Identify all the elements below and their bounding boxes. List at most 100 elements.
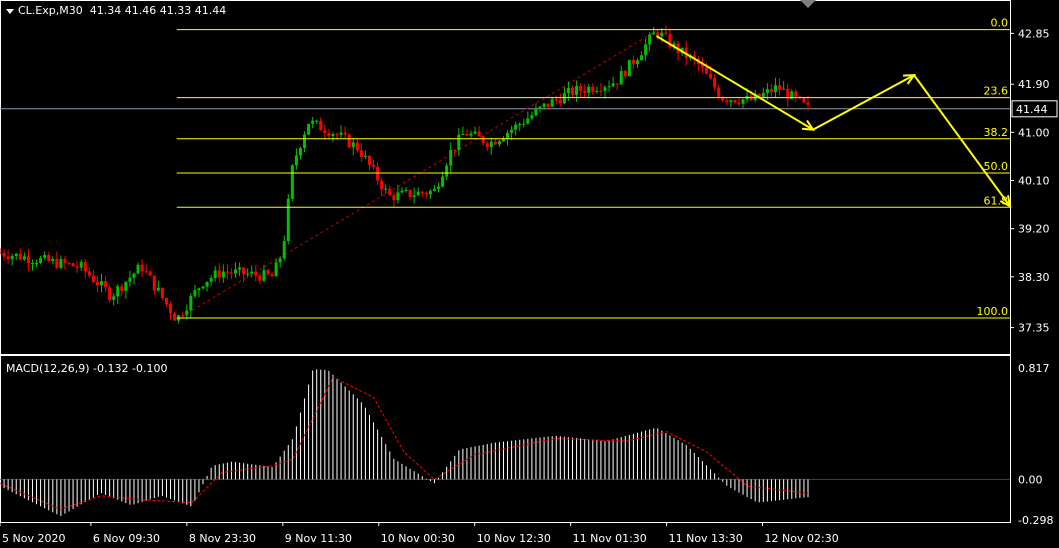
- candle-body: [441, 176, 445, 187]
- candle-body: [380, 180, 384, 190]
- candle: [347, 132, 351, 149]
- candle: [270, 271, 274, 277]
- candle-body: [43, 254, 47, 258]
- candle-body: [144, 271, 148, 273]
- chart-shift-marker[interactable]: [800, 0, 816, 8]
- candle: [319, 117, 323, 131]
- candle: [193, 285, 197, 299]
- fib-level-label: 0.0: [991, 17, 1009, 30]
- forecast-arrow[interactable]: [655, 35, 816, 131]
- candle: [457, 127, 461, 157]
- candle: [351, 137, 355, 156]
- candle: [10, 253, 14, 266]
- candle-body: [761, 92, 765, 97]
- candle: [6, 249, 10, 264]
- candle-body: [591, 86, 595, 92]
- candle-body: [164, 297, 168, 305]
- candle: [635, 58, 639, 68]
- candle-body: [599, 90, 603, 92]
- candle: [87, 267, 91, 278]
- candle-body: [376, 166, 380, 181]
- candle: [262, 264, 266, 282]
- candle: [209, 274, 213, 287]
- candle: [30, 259, 34, 271]
- candle: [510, 125, 514, 140]
- candle-body: [282, 241, 286, 259]
- candle-body: [461, 133, 465, 135]
- candle: [562, 87, 566, 105]
- candle-body: [2, 252, 6, 257]
- candle-body: [250, 271, 254, 274]
- chart-canvas[interactable]: 0.0 23.6 38.2 50.0 61.8 100.0 42.85 41.90 41.00…: [0, 0, 1059, 548]
- candle-body: [136, 264, 140, 274]
- candle-body: [79, 262, 83, 268]
- candle: [534, 103, 538, 117]
- candle-body: [640, 55, 644, 61]
- candle-body: [481, 136, 485, 144]
- price-axis-label: 41.90: [1018, 78, 1050, 91]
- candle: [197, 287, 201, 298]
- candle-body: [664, 32, 668, 34]
- candle: [449, 142, 453, 173]
- candle: [359, 142, 363, 162]
- candle: [461, 126, 465, 135]
- candle-body: [506, 132, 510, 139]
- trend-line[interactable]: [176, 30, 657, 321]
- candle: [39, 255, 43, 265]
- candle-body: [510, 129, 514, 133]
- candle-body: [315, 120, 319, 122]
- candle-body: [95, 282, 99, 286]
- candle: [233, 262, 237, 278]
- candle: [213, 266, 217, 282]
- candle-body: [63, 259, 67, 264]
- candle-body: [493, 141, 497, 145]
- candle-body: [104, 281, 108, 288]
- candle-body: [709, 73, 713, 79]
- candle: [282, 235, 286, 261]
- candle: [571, 85, 575, 99]
- current-price-label: 41.44: [1016, 103, 1048, 116]
- candle-body: [363, 155, 367, 157]
- candle: [120, 283, 124, 296]
- candle: [278, 256, 282, 268]
- candle: [185, 304, 189, 319]
- candle-body: [501, 138, 505, 142]
- forecast-arrow[interactable]: [812, 74, 917, 131]
- candle: [737, 97, 741, 107]
- candle-body: [258, 275, 262, 281]
- candle: [367, 154, 371, 171]
- candle: [67, 262, 71, 266]
- candle-body: [229, 272, 233, 274]
- candle: [575, 80, 579, 102]
- candle: [266, 268, 270, 276]
- candle: [489, 137, 493, 155]
- candle: [238, 262, 242, 277]
- candle-body: [562, 93, 566, 104]
- candle: [355, 139, 359, 153]
- candle: [420, 190, 424, 197]
- candle-body: [384, 188, 388, 190]
- candle: [587, 84, 591, 98]
- chart-window: CL.Exp,M30 41.34 41.46 41.33 41.44 MACD(…: [0, 0, 1059, 548]
- candle: [128, 270, 132, 287]
- candle-body: [0, 252, 2, 254]
- candle-body: [477, 131, 481, 137]
- candle-body: [729, 100, 733, 102]
- candle-body: [100, 281, 104, 286]
- candle-body: [233, 269, 237, 274]
- candle: [2, 249, 6, 261]
- candle-body: [725, 100, 729, 102]
- candle: [164, 297, 168, 308]
- candle: [506, 130, 510, 146]
- candle: [55, 251, 59, 270]
- candle: [416, 187, 420, 196]
- candle-body: [335, 134, 339, 136]
- candle-body: [603, 87, 607, 91]
- candle: [242, 266, 246, 283]
- candle: [63, 255, 67, 270]
- price-axis-label: 39.20: [1018, 223, 1050, 236]
- candle-body: [619, 71, 623, 85]
- candle: [372, 159, 376, 170]
- candle: [713, 74, 717, 91]
- candle-body: [769, 88, 773, 92]
